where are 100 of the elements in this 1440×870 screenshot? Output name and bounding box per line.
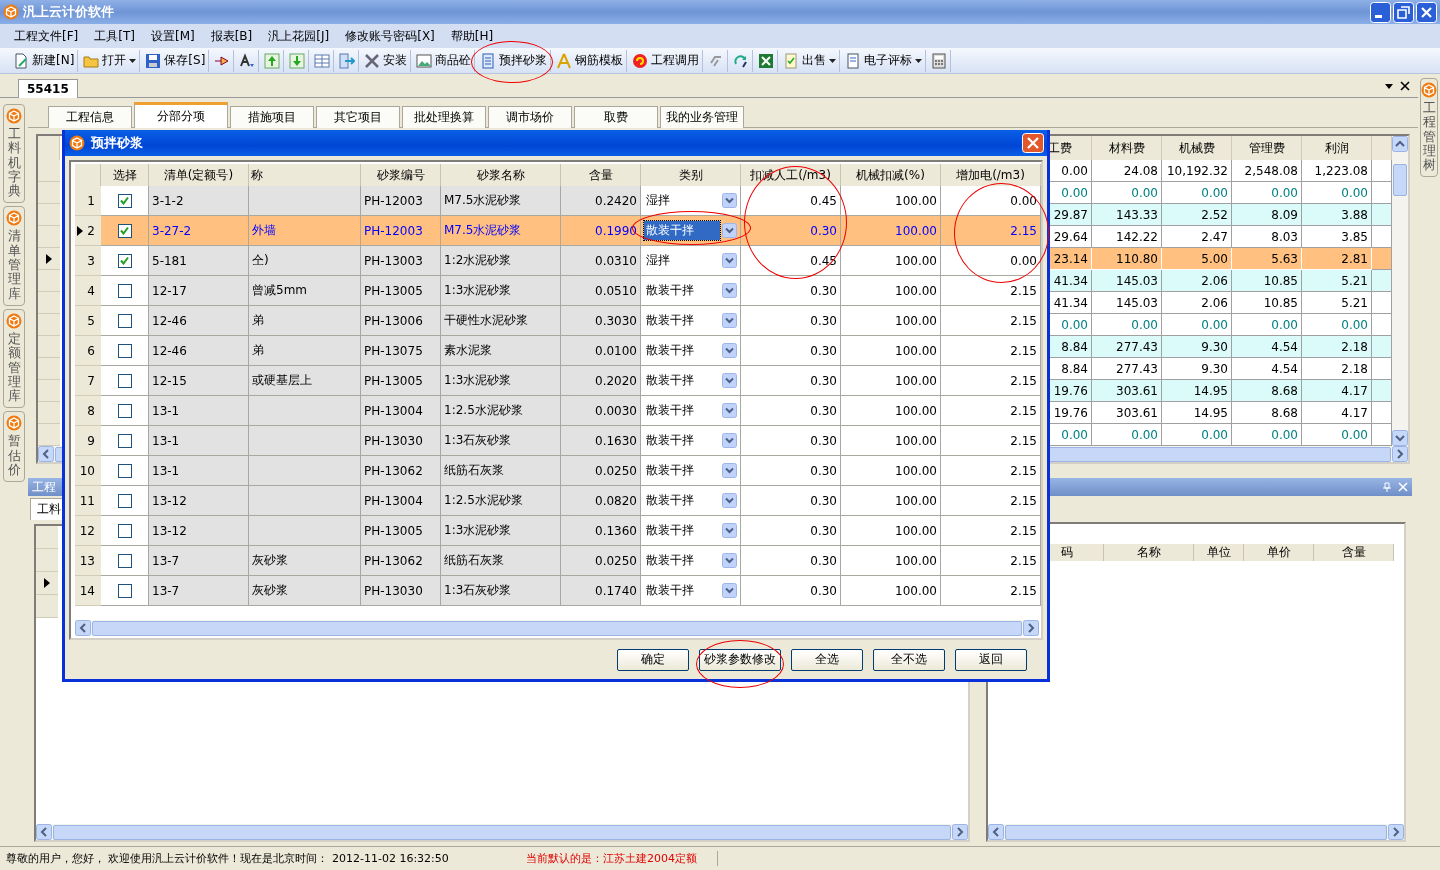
menu-item[interactable]: 帮助[H] bbox=[442, 24, 502, 48]
dropdown-button[interactable] bbox=[722, 433, 737, 448]
scroll-right-button[interactable] bbox=[1392, 446, 1408, 462]
toolbar-button[interactable]: 保存[S] bbox=[142, 49, 209, 72]
pin-icon[interactable] bbox=[1382, 482, 1392, 492]
scroll-right-button[interactable] bbox=[1023, 620, 1039, 636]
row-number: 6 bbox=[87, 343, 95, 358]
dropdown-button[interactable] bbox=[722, 553, 737, 568]
checkbox[interactable] bbox=[117, 283, 132, 298]
scroll-up-button[interactable] bbox=[1392, 136, 1408, 152]
dropdown-button[interactable] bbox=[722, 583, 737, 598]
table-cell: PH-13075 bbox=[361, 336, 441, 366]
document-tab[interactable]: 55415 bbox=[18, 79, 78, 98]
checkbox[interactable] bbox=[117, 373, 132, 388]
scrollbar-thumb[interactable] bbox=[1005, 824, 1387, 840]
vertical-scrollbar[interactable] bbox=[1392, 136, 1408, 446]
checkbox[interactable] bbox=[117, 193, 132, 208]
tab[interactable]: 其它项目 bbox=[316, 106, 400, 128]
scroll-right-button[interactable] bbox=[1388, 824, 1404, 840]
table-cell: PH-13006 bbox=[361, 306, 441, 336]
tab[interactable]: 取费 bbox=[574, 106, 658, 128]
table-cell: 0.3030 bbox=[561, 306, 641, 336]
menu-item[interactable]: 汎上花园[J] bbox=[260, 24, 338, 48]
row-number: 11 bbox=[79, 493, 95, 508]
side-tab[interactable]: 工料机字典 bbox=[3, 104, 25, 204]
menu-item[interactable]: 工具[T] bbox=[86, 24, 143, 48]
toolbar-button[interactable]: 预拌砂浆 bbox=[477, 49, 551, 72]
checkbox[interactable] bbox=[117, 523, 132, 538]
scroll-left-button[interactable] bbox=[75, 620, 91, 636]
dropdown-button[interactable] bbox=[722, 523, 737, 538]
toolbar-button[interactable]: 出售 bbox=[780, 49, 840, 72]
tab[interactable]: 批处理换算 bbox=[402, 106, 486, 128]
save-icon bbox=[145, 52, 162, 69]
checkbox[interactable] bbox=[117, 313, 132, 328]
tab[interactable]: 分部分项 bbox=[134, 102, 228, 128]
dropdown-button[interactable] bbox=[722, 463, 737, 478]
dropdown-button[interactable] bbox=[722, 493, 737, 508]
dialog-button[interactable]: 确定 bbox=[617, 648, 689, 671]
toolbar-button[interactable]: 钢筋模板 bbox=[553, 49, 627, 72]
toolbar-button[interactable]: 打开 bbox=[80, 49, 140, 72]
scroll-left-button[interactable] bbox=[36, 824, 52, 840]
close-button[interactable] bbox=[1416, 1, 1437, 23]
checkbox[interactable] bbox=[117, 253, 132, 268]
dropdown-button[interactable] bbox=[722, 373, 737, 388]
dropdown-button[interactable] bbox=[722, 223, 737, 238]
checkbox[interactable] bbox=[117, 553, 132, 568]
scroll-down-button[interactable] bbox=[1392, 430, 1408, 446]
table-cell: 2.47 bbox=[1162, 226, 1232, 248]
menu-item[interactable]: 修改账号密码[X] bbox=[337, 24, 443, 48]
toolbar-button[interactable]: 电子评标 bbox=[842, 49, 926, 72]
scrollbar-thumb[interactable] bbox=[92, 620, 1022, 636]
tab[interactable]: 措施项目 bbox=[230, 106, 314, 128]
close-button[interactable] bbox=[1022, 133, 1044, 153]
scrollbar-thumb[interactable] bbox=[53, 824, 951, 840]
table-cell: 0.1360 bbox=[561, 516, 641, 546]
dropdown-field[interactable]: 散装干拌 bbox=[644, 221, 720, 240]
scroll-left-button[interactable] bbox=[988, 824, 1004, 840]
side-tab[interactable]: 工程管理树 bbox=[1420, 78, 1438, 178]
tab[interactable]: 工程信息 bbox=[48, 106, 132, 128]
table-cell: M7.5水泥砂浆 bbox=[441, 186, 561, 216]
table-cell: 1,223.08 bbox=[1302, 160, 1372, 182]
dropdown-button[interactable] bbox=[722, 283, 737, 298]
toolbar-button[interactable]: 新建[N] bbox=[10, 49, 78, 72]
dropdown-button[interactable] bbox=[722, 253, 737, 268]
checkbox[interactable] bbox=[117, 463, 132, 478]
menu-item[interactable]: 报表[B] bbox=[202, 24, 261, 48]
checkbox[interactable] bbox=[117, 403, 132, 418]
dialog-button[interactable]: 全不选 bbox=[873, 648, 945, 671]
scrollbar-thumb[interactable] bbox=[1393, 164, 1407, 196]
scroll-left-button[interactable] bbox=[38, 446, 54, 462]
checkbox[interactable] bbox=[117, 223, 132, 238]
dropdown-value: 散装干拌 bbox=[645, 462, 695, 479]
dropdown-button[interactable] bbox=[722, 343, 737, 358]
dialog-button[interactable]: 砂浆参数修改 bbox=[699, 648, 781, 671]
menu-item[interactable]: 设置[M] bbox=[142, 24, 203, 48]
dropdown-value: 散装干拌 bbox=[645, 432, 695, 449]
menu-item[interactable]: 工程文件[F] bbox=[6, 24, 87, 48]
table-cell: 1:3石灰砂浆 bbox=[441, 576, 561, 606]
side-tab[interactable]: 清单管理库 bbox=[3, 206, 25, 306]
toolbar-button[interactable]: 商品砼 bbox=[413, 49, 475, 72]
side-tab[interactable]: 定额管理库 bbox=[3, 308, 25, 409]
dropdown-button[interactable] bbox=[722, 313, 737, 328]
close-icon[interactable] bbox=[1400, 80, 1410, 91]
toolbar-button[interactable]: 工程调用 bbox=[629, 49, 703, 72]
restore-button[interactable] bbox=[1393, 1, 1414, 23]
toolbar-button[interactable]: 安装 bbox=[361, 49, 411, 72]
scroll-right-button[interactable] bbox=[952, 824, 968, 840]
checkbox[interactable] bbox=[117, 343, 132, 358]
checkbox[interactable] bbox=[117, 583, 132, 598]
tab[interactable]: 我的业务管理 bbox=[660, 106, 744, 128]
dropdown-button[interactable] bbox=[722, 193, 737, 208]
checkbox[interactable] bbox=[117, 493, 132, 508]
dialog-button[interactable]: 返回 bbox=[955, 648, 1027, 671]
table-cell: 0.1740 bbox=[561, 576, 641, 606]
side-tab[interactable]: 暂估价 bbox=[3, 411, 25, 483]
checkbox[interactable] bbox=[117, 433, 132, 448]
dropdown-button[interactable] bbox=[722, 403, 737, 418]
tab[interactable]: 调市场价 bbox=[488, 106, 572, 128]
dialog-button[interactable]: 全选 bbox=[791, 648, 863, 671]
minimize-button[interactable] bbox=[1370, 1, 1391, 23]
